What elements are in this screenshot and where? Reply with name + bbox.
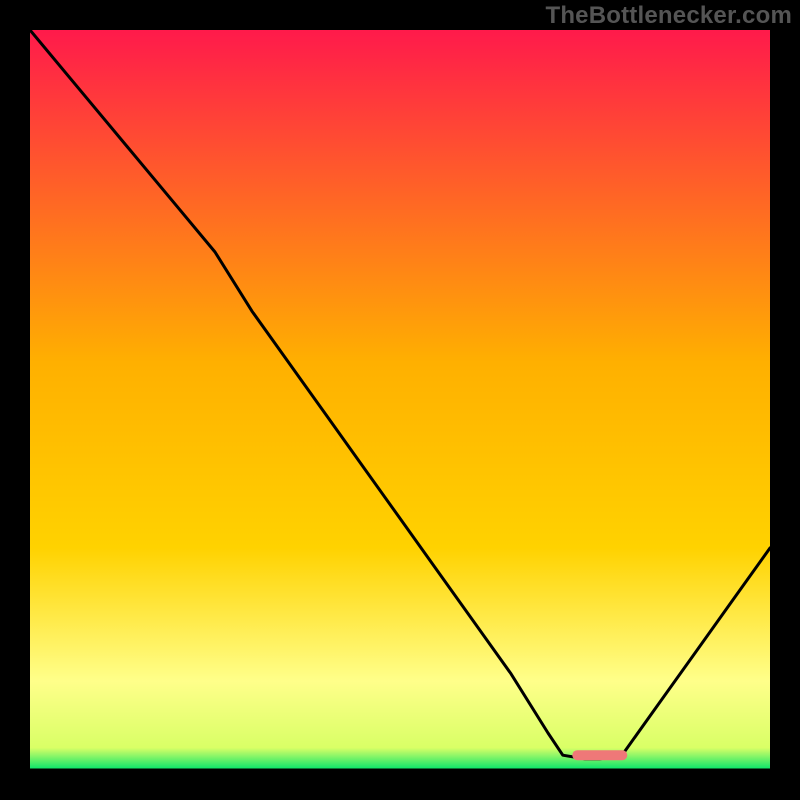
bottleneck-chart xyxy=(30,30,770,770)
chart-frame: TheBottlenecker.com xyxy=(0,0,800,800)
optimal-marker xyxy=(572,750,627,760)
optimal-marker-pill xyxy=(572,750,627,760)
watermark-label: TheBottlenecker.com xyxy=(545,2,792,30)
gradient-background xyxy=(30,30,770,770)
plot-area xyxy=(30,30,770,770)
